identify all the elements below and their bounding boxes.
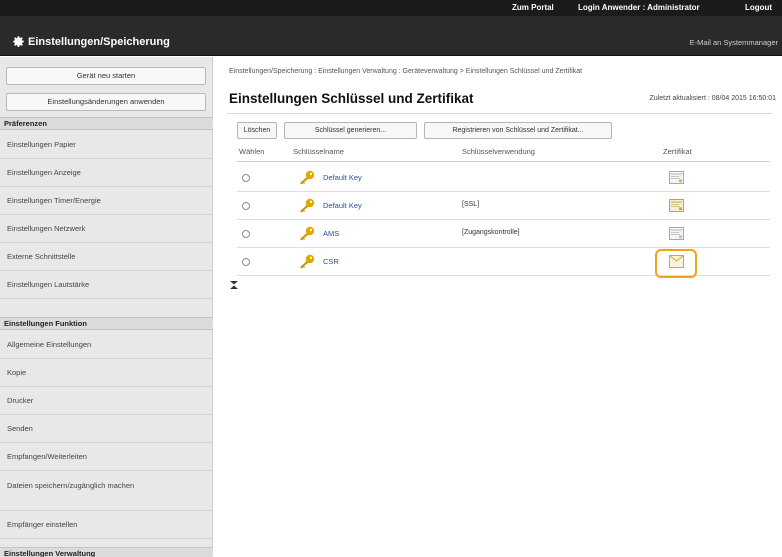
column-header-select: Wählen [239,147,265,156]
sidebar-item-network[interactable]: Einstellungen Netzwerk [0,215,212,243]
table-row: Default Key [237,165,770,192]
table-row: Default Key [SSL] [237,193,770,220]
key-name-link[interactable]: Default Key [323,173,362,182]
key-icon [298,254,315,269]
sidebar-heading-management: Einstellungen Verwaltung [0,547,213,557]
logout-link[interactable]: Logout [745,3,772,12]
sidebar-item-timer-energy[interactable]: Einstellungen Timer/Energie [0,187,212,215]
select-radio[interactable] [242,202,250,210]
apply-settings-button[interactable]: Einstellungsänderungen anwenden [6,93,206,111]
sidebar-heading-preferences: Präferenzen [0,117,213,130]
sidebar-item-send[interactable]: Senden [0,415,212,443]
certificate-icon[interactable] [669,227,684,240]
key-icon [298,226,315,241]
key-name-link[interactable]: CSR [323,257,339,266]
sidebar-item-external-interface[interactable]: Externe Schnittstelle [0,243,212,271]
key-usage: [SSL] [462,201,480,208]
title-bar: Einstellungen/Speicherung E-Mail an Syst… [0,16,782,56]
restart-device-button[interactable]: Gerät neu starten [6,67,206,85]
column-header-key-name: Schlüsselname [293,147,344,156]
sidebar-heading-function: Einstellungen Funktion [0,317,213,330]
certificate-icon[interactable] [669,255,684,268]
delete-button[interactable]: Löschen [237,122,277,139]
breadcrumb: Einstellungen/Speicherung : Einstellunge… [229,68,583,75]
table-row: CSR [237,249,770,278]
top-bar: Zum Portal Login Anwender : Administrato… [0,0,782,16]
key-icon [298,170,315,185]
column-header-certificate: Zertifikat [663,147,692,156]
sidebar-item-general[interactable]: Allgemeine Einstellungen [0,331,212,359]
sidebar-item-volume[interactable]: Einstellungen Lautstärke [0,271,212,299]
table-header-divider [237,161,770,162]
register-key-certificate-button[interactable]: Registrieren von Schlüssel und Zertifika… [424,122,612,139]
toolbar: Löschen Schlüssel generieren... Registri… [227,113,772,147]
collapse-icon[interactable] [230,281,238,289]
key-icon [298,198,315,213]
sidebar-item-paper[interactable]: Einstellungen Papier [0,131,212,159]
sidebar-item-set-destination[interactable]: Empfänger einstellen [0,511,212,539]
sidebar-item-printer[interactable]: Drucker [0,387,212,415]
certificate-icon[interactable] [669,199,684,212]
table-row: AMS [Zugangskontrolle] [237,221,770,248]
page-title: Einstellungen Schlüssel und Zertifikat [229,91,474,106]
key-name-link[interactable]: Default Key [323,201,362,210]
select-radio[interactable] [242,230,250,238]
generate-key-button[interactable]: Schlüssel generieren... [284,122,417,139]
gear-icon [12,35,25,48]
sidebar-item-display[interactable]: Einstellungen Anzeige [0,159,212,187]
sidebar-item-store-access-files[interactable]: Dateien speichern/zugänglich machen [0,471,212,511]
select-radio[interactable] [242,174,250,182]
sidebar-item-receive-forward[interactable]: Empfangen/Weiterleiten [0,443,212,471]
portal-link[interactable]: Zum Portal [512,3,554,12]
key-usage: [Zugangskontrolle] [462,229,520,236]
sidebar-item-copy[interactable]: Kopie [0,359,212,387]
select-radio[interactable] [242,258,250,266]
sidebar: Gerät neu starten Einstellungsänderungen… [0,57,213,557]
certificate-icon[interactable] [669,171,684,184]
app-title: Einstellungen/Speicherung [28,36,170,48]
mail-system-manager-link[interactable]: E-Mail an Systemmanager [690,38,778,47]
login-user-label: Login Anwender : Administrator [578,3,700,12]
last-updated: Zuletzt aktualisiert : 08/04 2015 16:50:… [649,95,776,102]
key-name-link[interactable]: AMS [323,229,339,238]
column-header-key-usage: Schlüsselverwendung [462,147,535,156]
